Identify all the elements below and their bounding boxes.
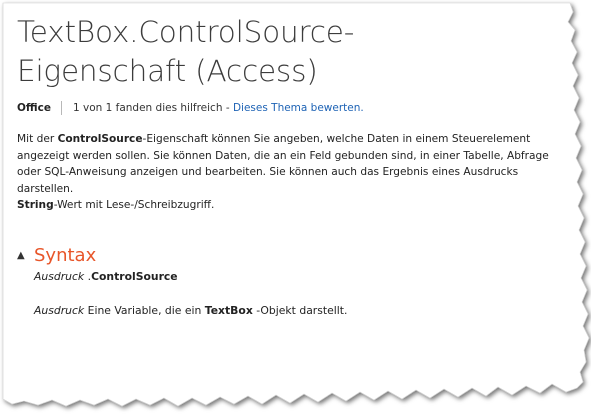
syntax-expression: Ausdruck .ControlSource [34,269,572,284]
meta-divider [60,101,62,115]
intro-text-before: Mit der [17,133,58,145]
intro-access-note: -Wert mit Lese-/Schreibzugriff. [53,199,215,212]
article-meta-bar: Office 1 von 1 fanden dies hilfreich - D… [17,100,572,116]
param-text-after: -Objekt darstellt. [252,303,348,317]
syntax-heading[interactable]: Syntax [34,245,96,266]
intro-controlsource-keyword: ControlSource [57,133,143,145]
page-title-line-2: Eigenschaft (Access) [17,54,318,88]
parameter-description: Ausdruck Eine Variable, die ein TextBox … [34,303,572,318]
helpful-count-text: 1 von 1 fanden dies hilfreich - [72,102,233,114]
param-textbox: TextBox [204,303,253,317]
syntax-controlsource: ControlSource [91,269,178,283]
page-title-line-1: TextBox.ControlSource- [17,15,355,49]
rate-topic-link[interactable]: Dieses Thema bewerten. [233,102,364,114]
office-brand-label: Office [17,102,51,114]
syntax-section-header[interactable]: ▲ Syntax [17,245,572,266]
page-title: TextBox.ControlSource- Eigenschaft (Acce… [17,13,572,91]
collapse-triangle-icon[interactable]: ▲ [17,250,34,261]
article-content: TextBox.ControlSource- Eigenschaft (Acce… [17,13,572,318]
syntax-ausdruck: Ausdruck [34,269,85,283]
param-ausdruck: Ausdruck [34,303,85,317]
intro-string-keyword: String [17,199,54,212]
param-text-mid: Eine Variable, die ein [84,303,205,317]
intro-paragraph: Mit der ControlSource-Eigenschaft können… [17,131,572,214]
